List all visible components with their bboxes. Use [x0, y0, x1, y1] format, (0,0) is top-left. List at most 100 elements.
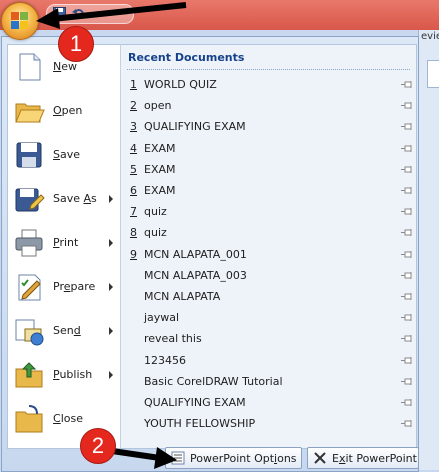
menu-item-prepare[interactable]: Prepare	[8, 265, 120, 309]
menu-item-send-prefix: Sen	[53, 324, 74, 337]
pin-icon[interactable]	[401, 80, 413, 89]
title-bar	[0, 0, 439, 30]
recent-document-name: EXAM	[144, 162, 176, 176]
recent-document-item[interactable]: 7 quiz	[121, 201, 416, 222]
recent-document-name: quiz	[144, 205, 167, 219]
menu-item-open-accel: O	[53, 104, 62, 117]
pin-icon[interactable]	[401, 101, 413, 110]
menu-item-close-label: lose	[60, 412, 83, 425]
recent-document-number: 9	[130, 247, 137, 261]
submenu-arrow-icon	[109, 195, 113, 203]
save-as-icon	[15, 188, 45, 212]
recent-document-name: reveal this	[144, 332, 202, 346]
recent-document-item[interactable]: QUALIFYING EXAM	[121, 392, 416, 413]
save-icon[interactable]	[53, 7, 66, 20]
recent-document-item[interactable]: 6 EXAM	[121, 180, 416, 201]
recent-document-number: 2	[130, 99, 137, 113]
pin-icon[interactable]	[401, 334, 413, 343]
pin-icon[interactable]	[401, 313, 413, 322]
recent-documents-header: Recent Documents	[128, 51, 245, 64]
recent-document-item[interactable]: Basic CorelDRAW Tutorial	[121, 371, 416, 392]
pin-icon[interactable]	[401, 122, 413, 131]
menu-item-save-accel: S	[53, 148, 60, 161]
recent-document-item[interactable]: 123456	[121, 350, 416, 371]
recent-document-name: EXAM	[144, 141, 176, 155]
quick-access-toolbar	[46, 4, 134, 24]
submenu-arrow-icon	[109, 283, 113, 291]
menu-item-send[interactable]: Send	[8, 309, 120, 353]
pin-icon[interactable]	[401, 207, 413, 216]
menu-item-save[interactable]: Save	[8, 133, 120, 177]
recent-document-number: 5	[130, 162, 137, 176]
menu-item-prepare-accel: e	[63, 280, 71, 293]
menu-item-save-label: ave	[59, 148, 81, 161]
recent-document-name: Basic CorelDRAW Tutorial	[144, 374, 283, 388]
recent-document-number: 7	[130, 205, 137, 219]
recent-document-item[interactable]: 4 EXAM	[121, 138, 416, 159]
menu-item-send-accel: d	[73, 324, 81, 337]
menu-item-close-accel: C	[53, 412, 61, 425]
recent-document-name: QUALIFYING EXAM	[144, 396, 246, 409]
open-folder-icon	[15, 103, 45, 123]
pin-icon[interactable]	[401, 144, 413, 153]
recent-document-name: QUALIFYING EXAM	[144, 120, 246, 134]
recent-document-name: 123456	[144, 353, 186, 367]
menu-item-save-as[interactable]: Save As	[8, 177, 120, 221]
prepare-icon	[18, 274, 41, 301]
office-menu: New Open Save Save As Print Prepare Send…	[1, 36, 419, 472]
recent-document-item[interactable]: MCN ALAPATA	[121, 286, 416, 307]
menu-item-save-as-label: s	[91, 192, 97, 205]
menu-item-publish-label: ublish	[59, 368, 93, 381]
ribbon-control-partial	[427, 60, 439, 88]
exit-button-label: it PowerPoint	[345, 452, 417, 465]
recent-document-item[interactable]: 2 open	[121, 95, 416, 116]
pin-icon[interactable]	[401, 228, 413, 237]
office-button[interactable]	[1, 2, 39, 40]
ribbon-tab-partial[interactable]: evie	[421, 31, 439, 42]
recent-document-item[interactable]: 9 MCN ALAPATA_001	[121, 244, 416, 265]
recent-document-item[interactable]: YOUTH FELLOWSHIP	[121, 413, 416, 434]
recent-document-item[interactable]: 5 EXAM	[121, 159, 416, 180]
menu-item-open-label: pen	[61, 104, 83, 117]
pin-icon[interactable]	[401, 419, 413, 428]
recent-document-item[interactable]: 8 quiz	[121, 222, 416, 243]
undo-icon[interactable]	[72, 7, 85, 20]
menu-item-publish[interactable]: Publish	[8, 353, 120, 397]
printer-icon	[15, 229, 43, 257]
menu-item-save-as-prefix: Save	[53, 192, 84, 205]
pin-icon[interactable]	[401, 165, 413, 174]
powerpoint-options-button[interactable]: PowerPoint Options	[165, 447, 302, 469]
annotation-badge-2: 2	[80, 428, 116, 464]
recent-documents-pane: Recent Documents 1 WORLD QUIZ 2 open 3 QUALIF…	[120, 44, 417, 449]
save-disk-icon	[16, 142, 42, 168]
menu-item-new-accel: N	[53, 60, 62, 73]
recent-document-item[interactable]: reveal this	[121, 328, 416, 349]
recent-header-divider	[127, 69, 410, 71]
pin-icon[interactable]	[401, 271, 413, 280]
pin-icon[interactable]	[401, 186, 413, 195]
recent-document-number: 6	[130, 184, 137, 197]
pin-icon[interactable]	[401, 377, 413, 386]
recent-document-number: 8	[130, 226, 137, 240]
pin-icon[interactable]	[401, 292, 413, 301]
pin-icon[interactable]	[401, 356, 413, 365]
close-folder-icon	[15, 405, 43, 433]
annotation-badge-1: 1	[58, 26, 94, 62]
recent-document-item[interactable]: MCN ALAPATA_003	[121, 265, 416, 286]
recent-document-name: quiz	[144, 226, 167, 240]
submenu-arrow-icon	[109, 327, 113, 335]
recent-document-item[interactable]: 1 WORLD QUIZ	[121, 74, 416, 95]
recent-document-name: MCN ALAPATA_001	[144, 247, 247, 261]
pin-icon[interactable]	[401, 398, 413, 407]
command-list: New Open Save Save As Print Prepare Send…	[7, 44, 121, 449]
submenu-arrow-icon	[109, 371, 113, 379]
recent-document-item[interactable]: jaywal	[121, 307, 416, 328]
pin-icon[interactable]	[401, 250, 413, 259]
menu-item-prepare-label: pare	[70, 280, 96, 293]
ribbon-background-strip	[418, 30, 439, 470]
menu-item-print[interactable]: Print	[8, 221, 120, 265]
exit-powerpoint-button[interactable]: Exit PowerPoint	[307, 447, 419, 469]
recent-document-item[interactable]: 3 QUALIFYING EXAM	[121, 116, 416, 137]
exit-x-icon	[314, 452, 326, 464]
menu-item-open[interactable]: Open	[8, 89, 120, 133]
